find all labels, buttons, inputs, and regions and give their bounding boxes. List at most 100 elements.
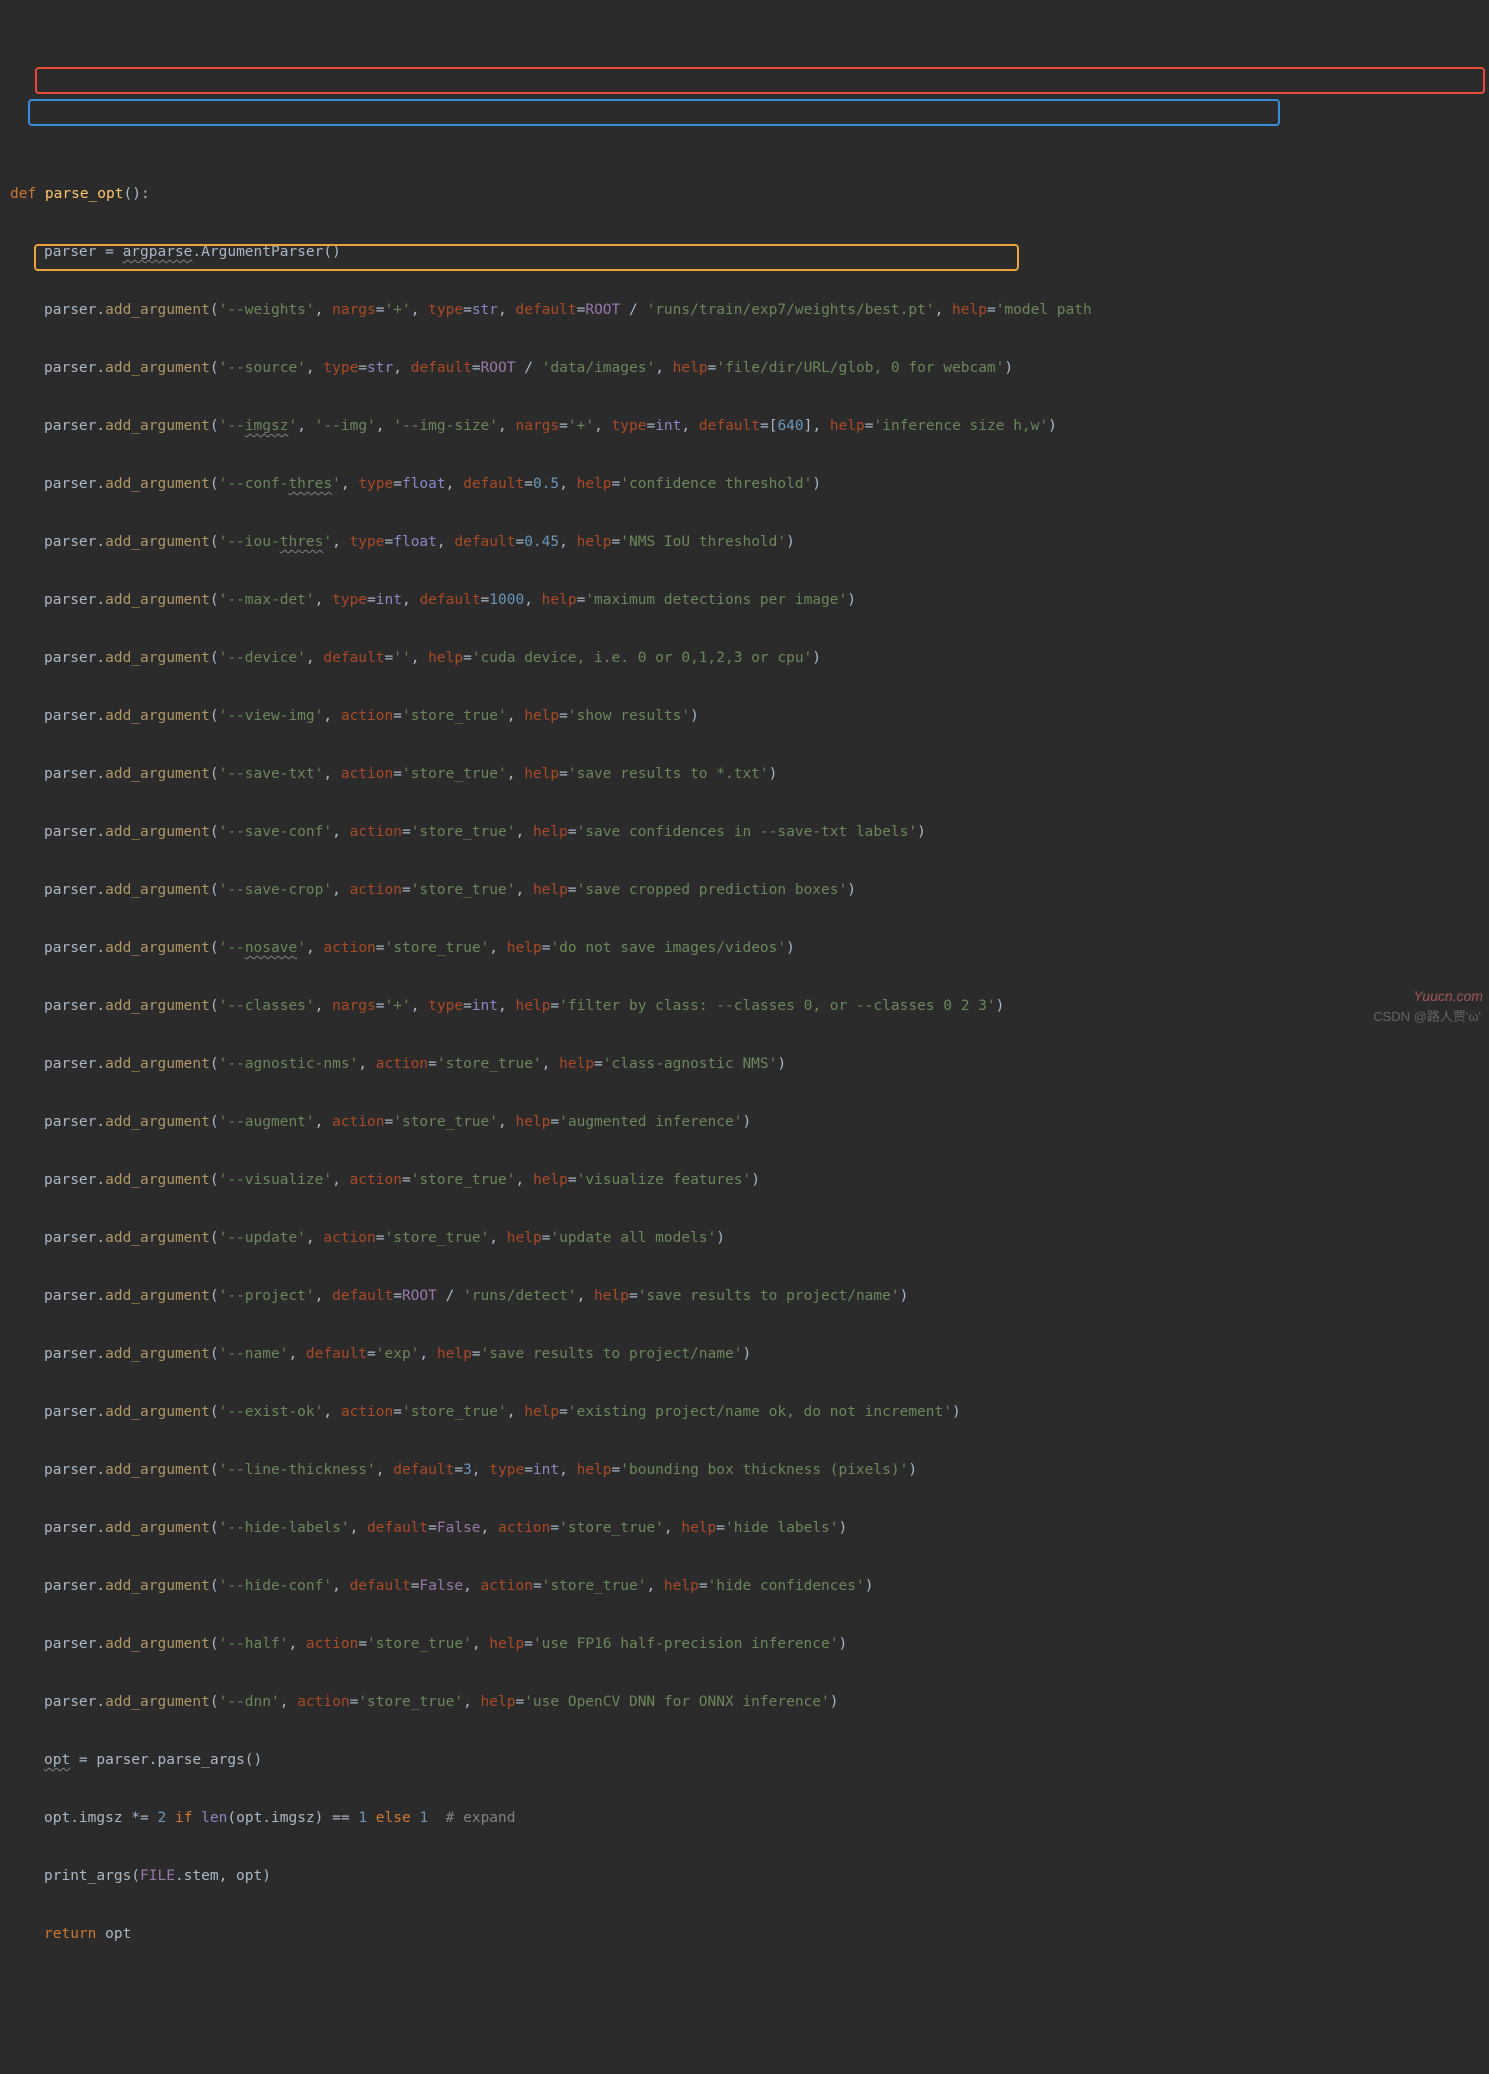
kwarg: action xyxy=(306,1636,358,1652)
text: , xyxy=(559,1462,576,1478)
method: add_argument xyxy=(105,476,210,492)
text: parser. xyxy=(44,1694,105,1710)
kwarg: action xyxy=(341,708,393,724)
kwarg: type xyxy=(323,360,358,376)
text: , xyxy=(297,418,314,434)
kwarg: nargs xyxy=(332,302,376,318)
text: , xyxy=(463,1694,480,1710)
string: 'augmented inference' xyxy=(559,1114,742,1130)
text: parser. xyxy=(44,476,105,492)
text: ( xyxy=(210,1346,219,1362)
text: ( xyxy=(210,418,219,434)
kwarg: action xyxy=(341,1404,393,1420)
code-line: parser.add_argument('--max-det', type=in… xyxy=(0,586,1469,615)
text: parser. xyxy=(44,1172,105,1188)
text: = parser.parse_args() xyxy=(70,1752,262,1768)
text: = xyxy=(568,882,577,898)
code-line: print_args(FILE.stem, opt) xyxy=(0,1862,1469,1891)
method: add_argument xyxy=(105,360,210,376)
text: = xyxy=(393,1404,402,1420)
string: 'show results' xyxy=(568,708,690,724)
string: 'store_true' xyxy=(358,1694,463,1710)
text: parser. xyxy=(44,1056,105,1072)
builtin: float xyxy=(402,476,446,492)
text: = xyxy=(612,1462,621,1478)
string: '--img-size' xyxy=(393,418,498,434)
text: = xyxy=(550,998,559,1014)
string: 'save cropped prediction boxes' xyxy=(577,882,848,898)
text: parser. xyxy=(44,940,105,956)
string: '--device' xyxy=(219,650,306,666)
kwarg: help xyxy=(516,998,551,1014)
const: False xyxy=(437,1520,481,1536)
code-line-source: parser.add_argument('--source', type=str… xyxy=(0,354,1469,383)
kwarg: default xyxy=(393,1462,454,1478)
text: = xyxy=(524,476,533,492)
string: '--update' xyxy=(219,1230,306,1246)
text: ( xyxy=(210,1114,219,1130)
text: , xyxy=(507,766,524,782)
string: 'visualize features' xyxy=(577,1172,752,1188)
method: add_argument xyxy=(105,1172,210,1188)
kwarg: nargs xyxy=(515,418,559,434)
text: = xyxy=(716,1520,725,1536)
text: ) xyxy=(830,1694,839,1710)
code-line: parser.add_argument('--hide-conf', defau… xyxy=(0,1572,1469,1601)
code-block: def parse_opt(): parser = argparse.Argum… xyxy=(0,122,1489,1978)
text: , xyxy=(376,1462,393,1478)
kwarg: default xyxy=(463,476,524,492)
text: = xyxy=(515,1694,524,1710)
text: ) xyxy=(751,1172,760,1188)
text: ) xyxy=(847,592,856,608)
text: ) xyxy=(777,1056,786,1072)
code-line: parser.add_argument('--view-img', action… xyxy=(0,702,1469,731)
text: , xyxy=(498,1114,515,1130)
text: parser. xyxy=(44,1346,105,1362)
code-line: parser.add_argument('--nosave', action='… xyxy=(0,934,1469,963)
code-line: return opt xyxy=(0,1920,1469,1949)
string: 'hide labels' xyxy=(725,1520,839,1536)
method: add_argument xyxy=(105,766,210,782)
text: = xyxy=(699,1578,708,1594)
text: ( xyxy=(210,824,219,840)
builtin: int xyxy=(472,998,498,1014)
text: parser. xyxy=(44,302,105,318)
text: , xyxy=(577,1288,594,1304)
text xyxy=(428,1810,445,1826)
method: add_argument xyxy=(105,1520,210,1536)
text: ( xyxy=(210,1172,219,1188)
text: = xyxy=(760,418,769,434)
text: ( xyxy=(210,1288,219,1304)
text xyxy=(367,1810,376,1826)
text: ( xyxy=(210,534,219,550)
method: add_argument xyxy=(105,1694,210,1710)
text xyxy=(166,1810,175,1826)
kwarg: default xyxy=(306,1346,367,1362)
string: 'store_true' xyxy=(402,708,507,724)
text: ) xyxy=(690,708,699,724)
string: '--agnostic-nms' xyxy=(219,1056,359,1072)
text: = xyxy=(472,1346,481,1362)
text: , xyxy=(498,302,515,318)
kwarg: help xyxy=(594,1288,629,1304)
text: , xyxy=(288,1346,305,1362)
text: = xyxy=(376,998,385,1014)
text: , xyxy=(323,1404,340,1420)
builtin: len xyxy=(201,1810,227,1826)
keyword-return: return xyxy=(44,1926,105,1942)
kwarg: help xyxy=(542,592,577,608)
text: = xyxy=(987,302,996,318)
text: parser. xyxy=(44,360,105,376)
kwarg: help xyxy=(515,1114,550,1130)
text: ( xyxy=(210,650,219,666)
const: ROOT xyxy=(481,360,516,376)
text: , xyxy=(323,708,340,724)
kwarg: help xyxy=(664,1578,699,1594)
string: '--source' xyxy=(219,360,306,376)
text: , xyxy=(315,1114,332,1130)
text: ( xyxy=(210,766,219,782)
kwarg: help xyxy=(437,1346,472,1362)
code-line: parser.add_argument('--dnn', action='sto… xyxy=(0,1688,1469,1717)
text: , xyxy=(332,534,349,550)
kwarg: help xyxy=(952,302,987,318)
